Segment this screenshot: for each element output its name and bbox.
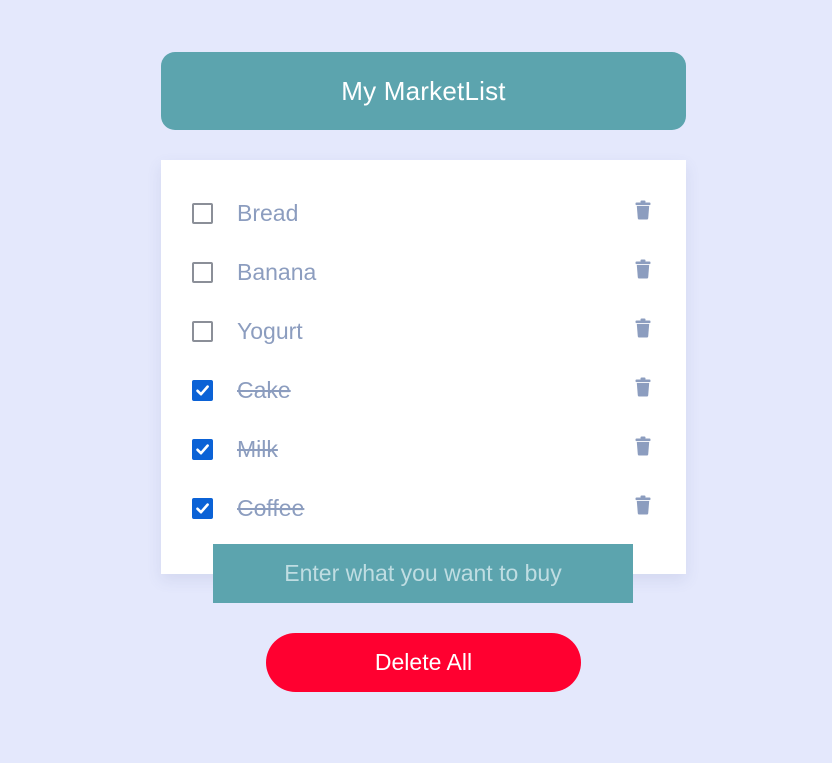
trash-icon[interactable] (635, 318, 651, 338)
trash-icon[interactable] (635, 259, 651, 279)
trash-icon[interactable] (635, 436, 651, 456)
item-checkbox[interactable] (192, 439, 213, 460)
item-label: Bread (237, 200, 299, 226)
delete-all-button[interactable]: Delete All (266, 633, 581, 692)
new-item-field (213, 544, 633, 603)
new-item-input[interactable] (213, 544, 633, 603)
trash-icon[interactable] (635, 495, 651, 515)
trash-icon[interactable] (635, 377, 651, 397)
item-checkbox[interactable] (192, 262, 213, 283)
item-label: Yogurt (237, 318, 303, 344)
item-label: Cake (237, 377, 291, 403)
item-label: Milk (237, 436, 278, 462)
header-bar: My MarketList (161, 52, 686, 130)
list-item: Bread (161, 184, 686, 243)
checkmark-icon (196, 503, 209, 514)
list-item: Milk (161, 420, 686, 479)
market-list-app: My MarketList Bread Banana Yogurt Cake Milk C… (0, 0, 832, 763)
trash-icon[interactable] (635, 200, 651, 220)
item-checkbox[interactable] (192, 380, 213, 401)
item-list: Bread Banana Yogurt Cake Milk Coffee (161, 184, 686, 538)
item-checkbox[interactable] (192, 321, 213, 342)
list-item: Yogurt (161, 302, 686, 361)
item-checkbox[interactable] (192, 203, 213, 224)
checkmark-icon (196, 385, 209, 396)
page-title: My MarketList (341, 75, 506, 106)
item-label: Coffee (237, 495, 305, 521)
checkmark-icon (196, 444, 209, 455)
item-list-card: Bread Banana Yogurt Cake Milk Coffee (161, 160, 686, 574)
list-item: Coffee (161, 479, 686, 538)
item-checkbox[interactable] (192, 498, 213, 519)
list-item: Cake (161, 361, 686, 420)
list-item: Banana (161, 243, 686, 302)
item-label: Banana (237, 259, 317, 285)
